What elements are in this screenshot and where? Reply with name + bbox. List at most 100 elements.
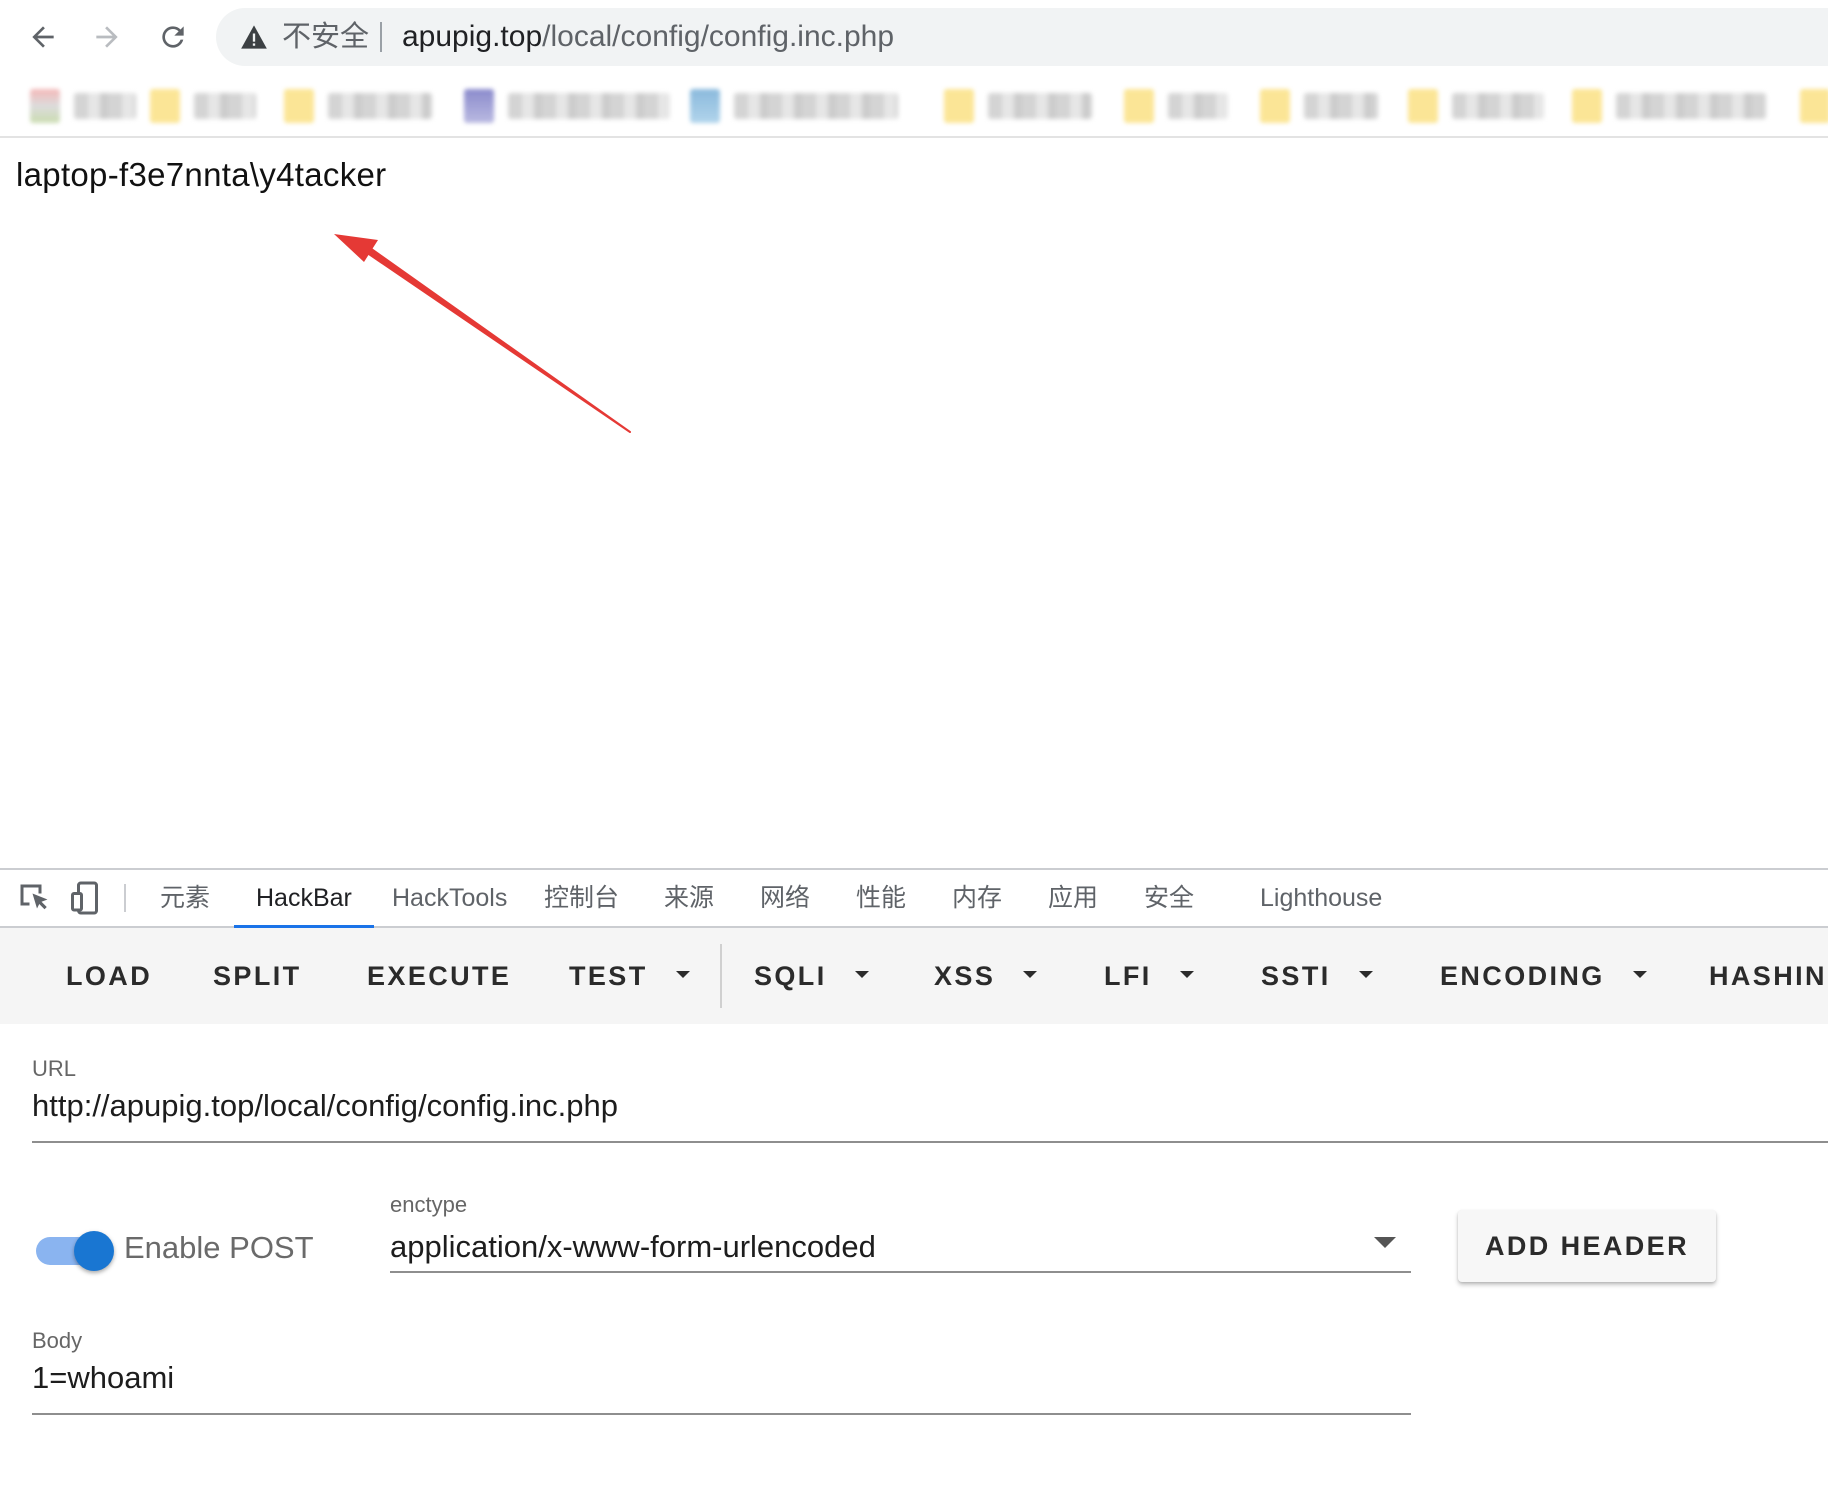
hashing-menu-label: HASHIN [1709, 961, 1827, 991]
bookmark-label [1616, 93, 1766, 119]
body-field-label: Body [32, 1328, 83, 1353]
tab-security[interactable]: 安全 [1122, 870, 1216, 926]
back-button[interactable] [18, 12, 68, 62]
warning-triangle-icon [241, 25, 267, 49]
tab-sources[interactable]: 来源 [642, 870, 736, 926]
body-field[interactable]: 1=whoami [32, 1360, 174, 1396]
page-output-text: laptop-f3e7nnta\y4tacker [16, 156, 387, 193]
bookmark-item[interactable] [284, 88, 432, 124]
inspect-element-icon[interactable] [16, 880, 52, 916]
bookmark-item[interactable] [1124, 88, 1228, 124]
folder-icon [284, 89, 314, 123]
sqli-menu-label: SQLI [754, 961, 827, 991]
execute-button[interactable]: EXECUTE [367, 952, 511, 1000]
bookmark-label [1452, 93, 1544, 119]
bookmark-favicon-icon [464, 89, 494, 123]
tab-lighthouse[interactable]: Lighthouse [1238, 870, 1404, 926]
folder-icon [1124, 89, 1154, 123]
bookmark-favicon-icon [690, 89, 720, 123]
toggle-thumb [74, 1231, 114, 1271]
url-path: /local/config/config.inc.php [542, 20, 895, 53]
execute-button-label: EXECUTE [367, 961, 512, 991]
encoding-menu-label: ENCODING [1440, 961, 1605, 991]
tab-application[interactable]: 应用 [1026, 870, 1120, 926]
body-field-underline [32, 1413, 1411, 1415]
enable-post-toggle[interactable] [36, 1231, 114, 1271]
devtools-tab-divider [124, 884, 126, 912]
reload-icon [162, 26, 184, 48]
folder-icon [944, 89, 974, 123]
ssti-menu-button[interactable]: SSTI [1261, 952, 1373, 1000]
bookmark-label [988, 93, 1092, 119]
bookmark-favicon-icon [30, 89, 60, 123]
load-button[interactable]: LOAD [66, 952, 152, 1000]
hashing-menu-button[interactable]: HASHIN [1709, 952, 1827, 1000]
chevron-down-icon [1179, 971, 1194, 979]
tab-elements[interactable]: 元素 [138, 870, 232, 926]
bookmark-item[interactable] [944, 88, 1092, 124]
devtools-panel: 元素 HackBar HackTools 控制台 来源 网络 性能 内存 应用 … [0, 868, 1828, 1499]
address-url[interactable]: apupig.top/local/config/config.inc.php [402, 20, 894, 54]
bookmark-label [1304, 93, 1378, 119]
address-separator [380, 22, 382, 52]
tab-memory[interactable]: 内存 [930, 870, 1024, 926]
reload-button[interactable] [148, 12, 198, 62]
bookmark-item[interactable] [1800, 88, 1828, 124]
forward-button[interactable] [82, 12, 132, 62]
bookmark-label [734, 93, 898, 119]
bookmark-label [74, 93, 136, 119]
chevron-down-icon [1023, 971, 1038, 979]
address-bar[interactable]: 不安全 apupig.top/local/config/config.inc.p… [216, 8, 1828, 66]
split-button[interactable]: SPLIT [213, 952, 302, 1000]
url-field-underline [32, 1141, 1828, 1143]
xss-menu-label: XSS [934, 961, 996, 991]
dropdown-arrow-icon[interactable] [1374, 1237, 1396, 1248]
bookmark-item[interactable] [1572, 88, 1766, 124]
folder-icon [150, 89, 180, 123]
enable-post-label: Enable POST [124, 1230, 314, 1265]
chevron-down-icon [1358, 971, 1373, 979]
tab-performance[interactable]: 性能 [834, 870, 928, 926]
arrow-right-icon [96, 26, 118, 48]
tab-hacktools[interactable]: HackTools [370, 870, 529, 926]
chevron-down-icon [1632, 971, 1647, 979]
tab-hackbar[interactable]: HackBar [234, 870, 374, 928]
chevron-down-icon [854, 971, 869, 979]
bookmark-label [508, 93, 670, 119]
device-toolbar-icon[interactable] [68, 880, 104, 916]
tab-network[interactable]: 网络 [738, 870, 832, 926]
xss-menu-button[interactable]: XSS [934, 952, 1038, 1000]
tab-console[interactable]: 控制台 [522, 870, 641, 926]
bookmark-item[interactable] [1408, 88, 1544, 124]
url-host: apupig.top [402, 20, 543, 53]
bookmark-item[interactable] [690, 88, 898, 124]
enctype-select[interactable]: application/x-www-form-urlencoded [390, 1229, 876, 1265]
split-button-label: SPLIT [213, 961, 302, 991]
bookmark-label [194, 93, 256, 119]
add-header-button[interactable]: ADD HEADER [1458, 1210, 1716, 1282]
bookmark-label [1168, 93, 1228, 119]
ssti-menu-label: SSTI [1261, 961, 1331, 991]
sqli-menu-button[interactable]: SQLI [754, 952, 869, 1000]
folder-icon [1572, 89, 1602, 123]
bookmark-item[interactable] [1260, 88, 1378, 124]
lfi-menu-button[interactable]: LFI [1104, 952, 1194, 1000]
bookmark-item[interactable] [30, 88, 136, 124]
folder-icon [1408, 89, 1438, 123]
browser-toolbar: 不安全 apupig.top/local/config/config.inc.p… [0, 0, 1828, 76]
security-status[interactable]: 不安全 [282, 20, 369, 54]
test-menu-button[interactable]: TEST [569, 952, 690, 1000]
url-field[interactable]: http://apupig.top/local/config/config.in… [32, 1088, 618, 1124]
load-button-label: LOAD [66, 961, 153, 991]
encoding-menu-button[interactable]: ENCODING [1440, 952, 1647, 1000]
folder-icon [1260, 89, 1290, 123]
enctype-label: enctype [390, 1192, 468, 1217]
hackbar-toolbar-divider [720, 944, 722, 1008]
bookmark-item[interactable] [464, 88, 670, 124]
enctype-underline [390, 1271, 1411, 1273]
test-menu-label: TEST [569, 961, 648, 991]
bookmark-label [328, 93, 432, 119]
devtools-tab-bar: 元素 HackBar HackTools 控制台 来源 网络 性能 内存 应用 … [0, 870, 1828, 928]
bookmark-item[interactable] [150, 88, 256, 124]
url-field-label: URL [32, 1056, 77, 1081]
